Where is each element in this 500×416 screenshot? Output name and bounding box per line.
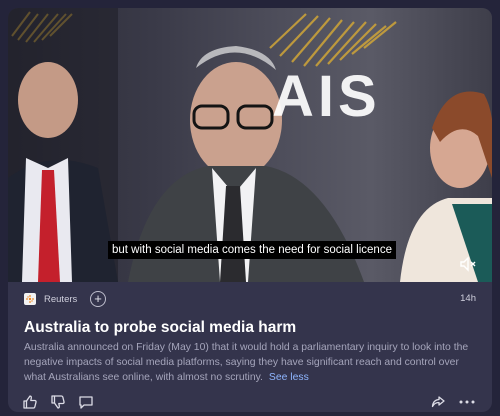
thumbs-down-icon[interactable] (50, 394, 66, 410)
thumbs-up-icon[interactable] (22, 394, 38, 410)
video-caption: but with social media comes the need for… (108, 241, 396, 259)
article-headline[interactable]: Australia to probe social media harm (24, 318, 476, 338)
summary-text: Australia announced on Friday (May 10) t… (24, 342, 469, 384)
see-less-link[interactable]: See less (269, 372, 309, 383)
more-icon[interactable] (458, 394, 476, 410)
comment-icon[interactable] (78, 394, 94, 410)
news-card[interactable]: AIS but with social media comes the need… (8, 8, 492, 412)
article-summary: Australia announced on Friday (May 10) t… (24, 340, 480, 386)
publish-time: 14h (460, 293, 476, 304)
plus-icon: + (94, 291, 102, 306)
share-icon[interactable] (430, 394, 446, 410)
source-name[interactable]: Reuters (44, 293, 77, 307)
article-meta: Reuters + 14h (24, 291, 476, 308)
backdrop-ais-text: AIS (272, 64, 381, 129)
video-player[interactable]: AIS but with social media comes the need… (8, 8, 492, 282)
action-bar (8, 394, 492, 412)
mute-icon[interactable] (458, 254, 478, 274)
follow-source-button[interactable]: + (90, 291, 106, 307)
reuters-logo-icon (24, 293, 36, 305)
